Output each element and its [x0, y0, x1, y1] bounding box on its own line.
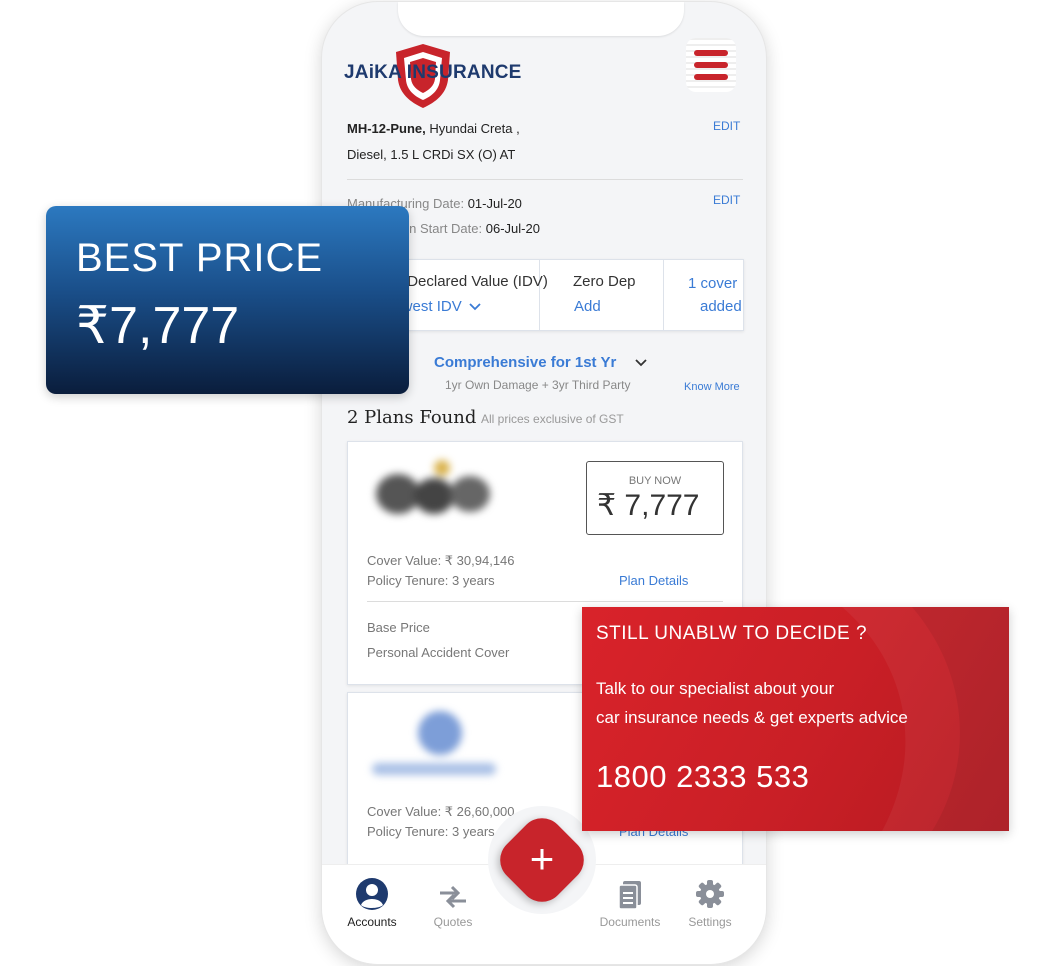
menu-icon[interactable] [686, 38, 736, 92]
base-price-label: Base Price [367, 620, 430, 635]
buy-now-label: BUY NOW [628, 475, 682, 487]
gst-note: All prices exclusive of GST [481, 412, 624, 426]
zero-dep-title: Zero Dep [573, 273, 636, 290]
gear-icon [696, 880, 724, 908]
best-price-banner: BEST PRICE ₹7,777 [46, 206, 409, 394]
nav-quotes-label: Quotes [433, 915, 473, 929]
edit-vehicle-link[interactable]: EDIT [713, 119, 740, 133]
vehicle-model: Hyundai Creta , [429, 121, 520, 136]
callout-phone-number[interactable]: 1800 2333 533 [596, 759, 809, 795]
vehicle-summary: MH-12-Pune, Hyundai Creta , [347, 121, 520, 136]
registration-date-value: 06-Jul-20 [485, 221, 540, 236]
callout-line-1: Talk to our specialist about your [596, 679, 835, 698]
chevron-down-icon[interactable] [634, 358, 648, 368]
edit-dates-link[interactable]: EDIT [713, 193, 740, 207]
cover-value: Cover Value: ₹ 30,94,146 [367, 553, 515, 568]
policy-tenure: Policy Tenure: 3 years [367, 573, 495, 588]
callout-line-2: car insurance needs & get experts advice [596, 708, 908, 727]
vehicle-registration: MH-12-Pune, [347, 121, 426, 136]
cover-value: Cover Value: ₹ 26,60,000 [367, 804, 515, 819]
manufacturing-date-value: 01-Jul-20 [467, 196, 522, 211]
brand-name: JAiKA INSURANCE [344, 62, 522, 83]
phone-notch [398, 2, 684, 36]
best-price-title: BEST PRICE [76, 236, 324, 280]
plan-type-subtitle: 1yr Own Damage + 3yr Third Party [445, 378, 631, 392]
swap-icon [440, 885, 466, 909]
cover-added: added [700, 298, 742, 315]
plans-found-heading: 2 Plans Found [347, 407, 477, 428]
nav-settings-label: Settings [688, 915, 732, 929]
best-price-amount: ₹7,777 [76, 297, 240, 355]
zero-dep-option[interactable]: Zero Dep Add [539, 260, 664, 330]
pa-cover-label: Personal Accident Cover [367, 645, 510, 660]
zero-dep-add[interactable]: Add [574, 298, 601, 315]
buy-now-button[interactable]: BUY NOW ₹ 7,777 [586, 461, 724, 535]
plus-icon[interactable]: + [506, 824, 578, 896]
plan-details-link[interactable]: Plan Details [619, 573, 688, 588]
divider [367, 601, 723, 602]
plan-price: ₹ 7,777 [597, 489, 700, 522]
know-more-link[interactable]: Know More [684, 381, 740, 393]
account-icon [356, 878, 388, 910]
callout-heading: STILL UNABLW TO DECIDE ? [596, 623, 868, 644]
nav-accounts-label: Accounts [347, 915, 397, 929]
vehicle-variant: Diesel, 1.5 L CRDi SX (O) AT [347, 147, 516, 162]
insurer-logo [376, 460, 490, 514]
cover-count: 1 cover [688, 275, 738, 292]
plan-type-selector[interactable]: Comprehensive for 1st Yr [434, 354, 616, 371]
chevron-down-icon [469, 303, 481, 311]
document-icon [618, 881, 641, 910]
brand-logo[interactable]: JAiKA INSURANCE [344, 42, 521, 110]
policy-tenure: Policy Tenure: 3 years [367, 824, 495, 839]
nav-documents-label: Documents [599, 915, 661, 929]
covers-option[interactable]: 1 cover added [663, 260, 743, 330]
specialist-callout[interactable]: STILL UNABLW TO DECIDE ? Talk to our spe… [582, 607, 1009, 831]
divider [347, 179, 743, 180]
insurer-logo [372, 711, 496, 775]
